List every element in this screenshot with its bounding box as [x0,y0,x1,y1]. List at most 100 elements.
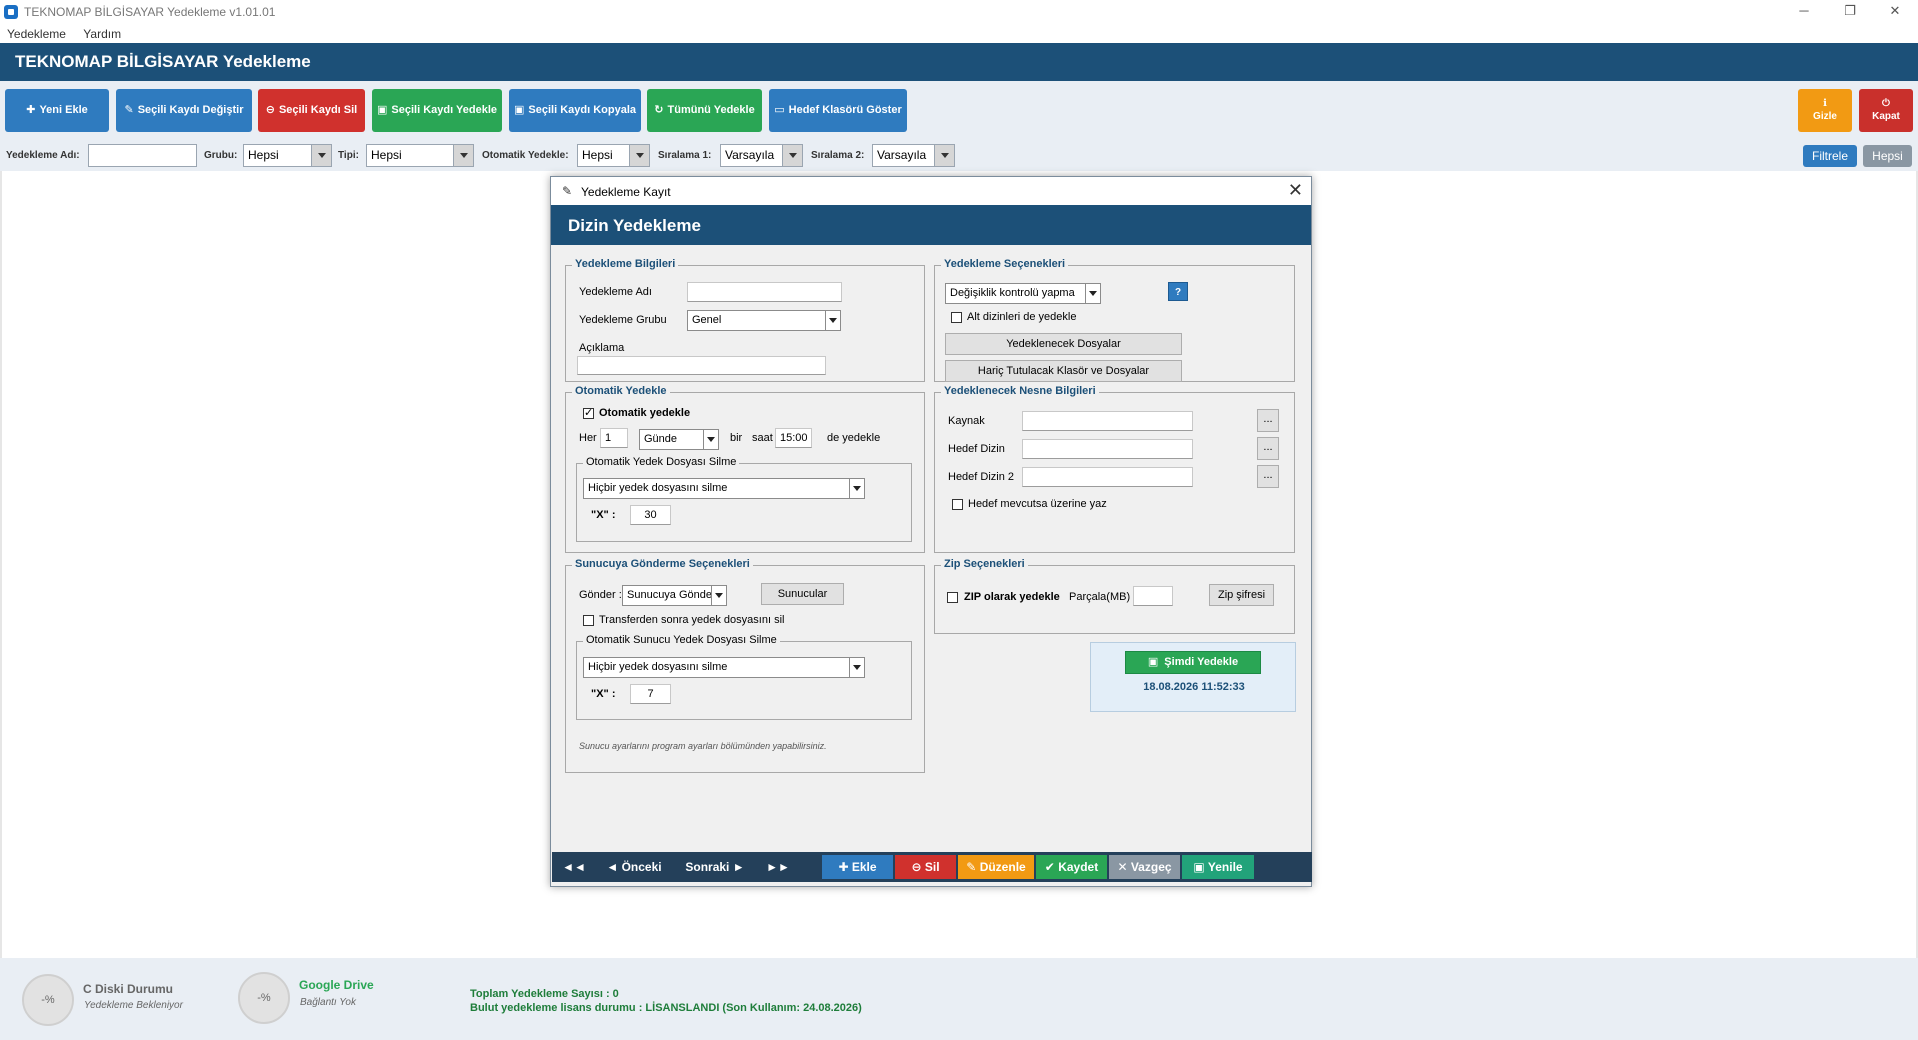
change-control-value: Değişiklik kontrolü yapma [950,287,1075,299]
cancel-record-button[interactable]: ✕ Vazgeç [1109,855,1180,879]
files-to-backup-button[interactable]: Yedeklenecek Dosyalar [945,333,1182,355]
save-record-button[interactable]: ✔ Kaydet [1036,855,1107,879]
menu-yedekleme[interactable]: Yedekleme [0,24,73,41]
auto-backup-label: Otomatik yedekle [599,407,691,419]
edit-selected-button[interactable]: ✎ Seçili Kaydı Değiştir [116,89,252,132]
servers-button[interactable]: Sunucular [761,583,844,605]
server-note: Sunucu ayarlarını program ayarları bölüm… [579,741,827,751]
app-header-title: TEKNOMAP BİLGİSAYAR Yedekleme [15,52,311,71]
backup-selected-button[interactable]: ▣ Seçili Kaydı Yedekle [372,89,502,132]
type-filter-label: Tipi: [338,150,359,161]
copy-selected-button[interactable]: ▣ Seçili Kaydı Kopyala [509,89,641,132]
prev-record-button[interactable]: ◄ Önceki [598,855,670,879]
chevron-down-icon [629,145,649,166]
zip-checkbox[interactable] [947,592,958,603]
source-browse-button[interactable]: ... [1257,409,1279,432]
add-record-label: Ekle [851,860,877,874]
backup-now-panel: ▣ Şimdi Yedekle 18.08.2026 11:52:33 [1090,642,1296,712]
folder-icon: ▭ [774,104,785,116]
refresh-record-button[interactable]: ▣ Yenile [1182,855,1254,879]
edit-record-label: Düzenle [979,860,1026,874]
backup-all-button[interactable]: ↻ Tümünü Yedekle [647,89,762,132]
zip-options-title: Zip Seçenekleri [941,558,1028,570]
help-button[interactable]: ? [1168,282,1188,301]
source-input[interactable] [1022,411,1193,431]
hide-button[interactable]: ℹ Gizle [1798,89,1852,132]
close-app-label: Kapat [1872,111,1900,122]
close-icon: ✕ [1117,860,1131,874]
chevron-down-icon [453,145,473,166]
dialog-titlebar: ✎ Yedekleme Kayıt ✕ [551,177,1311,205]
transfer-delete-checkbox[interactable] [583,615,594,626]
copy-selected-label: Seçili Kaydı Kopyala [528,104,636,116]
info-icon: ℹ [1823,98,1827,109]
menu-yardim[interactable]: Yardım [76,24,128,41]
window-close-button[interactable]: ✕ [1872,0,1918,24]
group-filter-select[interactable]: Hepsi [243,144,332,167]
type-filter-select[interactable]: Hepsi [366,144,474,167]
filter-bar: Yedekleme Adı: Grubu: Hepsi Tipi: Hepsi … [0,141,1918,171]
backup-name-input[interactable] [687,282,842,302]
target2-browse-button[interactable]: ... [1257,465,1279,488]
status-bar: -% C Diski Durumu Yedekleme Bekleniyor -… [0,958,1918,1040]
dialog-close-button[interactable]: ✕ [1288,180,1303,201]
next-record-button[interactable]: Sonraki ► [676,855,754,879]
new-button[interactable]: ✚ Yeni Ekle [5,89,109,132]
transfer-delete-label: Transferden sonra yedek dosyasını sil [599,614,785,626]
zip-parts-label: Parçala(MB) [1069,591,1131,603]
minus-circle-icon: ⊖ [265,104,275,116]
zip-password-button[interactable]: Zip şifresi [1209,584,1274,606]
backup-group-select[interactable]: Genel [687,310,841,331]
auto-backup-checkbox[interactable] [583,406,594,419]
target2-input[interactable] [1022,467,1193,487]
auto-x-input[interactable]: 30 [630,505,671,525]
show-all-button[interactable]: Hepsi [1863,145,1912,167]
last-record-button[interactable]: ►► [760,855,796,879]
name-filter-input[interactable] [88,144,197,167]
description-input[interactable] [577,356,826,375]
backup-all-label: Tümünü Yedekle [667,104,755,116]
add-record-button[interactable]: ✚ Ekle [822,855,893,879]
backup-now-button[interactable]: ▣ Şimdi Yedekle [1125,651,1261,674]
auto-filter-select[interactable]: Hepsi [577,144,650,167]
plus-icon: ✚ [26,104,36,116]
interval-unit-select[interactable]: Günde [639,429,719,450]
overwrite-checkbox[interactable] [952,499,963,510]
auto-delete-select[interactable]: Hiçbir yedek dosyasını silme [583,478,865,499]
gdrive-subtitle: Bağlantı Yok [300,997,356,1008]
zip-parts-input[interactable] [1133,586,1173,606]
sort2-select[interactable]: Varsayıla [872,144,955,167]
dialog-header: Dizin Yedekleme [551,205,1311,245]
delete-selected-label: Seçili Kaydı Sil [278,104,358,116]
show-target-button[interactable]: ▭ Hedef Klasörü Göster [769,89,907,132]
backup-options-group: Yedekleme Seçenekleri Değişiklik kontrol… [934,258,1295,382]
minimize-button[interactable]: ─ [1781,0,1827,24]
target-input[interactable] [1022,439,1193,459]
every-input[interactable]: 1 [600,428,628,448]
maximize-button[interactable]: ❐ [1827,0,1873,24]
server-x-input[interactable]: 7 [630,684,671,704]
sort1-select[interactable]: Varsayıla [720,144,803,167]
excluded-items-button[interactable]: Hariç Tutulacak Klasör ve Dosyalar [945,360,1182,382]
pencil-icon: ✎ [562,184,573,198]
edit-record-button[interactable]: ✎ Düzenle [958,855,1034,879]
time-label: saat [752,432,773,444]
auto-delete-group: Otomatik Yedek Dosyası Silme Hiçbir yede… [576,456,912,542]
target-browse-button[interactable]: ... [1257,437,1279,460]
time-input[interactable]: 15:00 [775,428,812,448]
window-title: TEKNOMAP BİLGİSAYAR Yedekleme v1.01.01 [24,5,276,19]
delete-selected-button[interactable]: ⊖ Seçili Kaydı Sil [258,89,365,132]
group-filter-label: Grubu: [204,150,238,161]
zip-options-group: Zip Seçenekleri ZIP olarak yedekle Parça… [934,558,1295,634]
close-app-button[interactable]: ⏻ Kapat [1859,89,1913,132]
auto-x-label: "X" : [591,509,616,521]
filter-button[interactable]: Filtrele [1803,145,1857,167]
server-delete-select[interactable]: Hiçbir yedek dosyasını silme [583,657,865,678]
send-select[interactable]: Sunucuya Gönderme [622,585,727,606]
delete-record-button[interactable]: ⊖ Sil [895,855,956,879]
backup-record-dialog: ✎ Yedekleme Kayıt ✕ Dizin Yedekleme Yede… [550,176,1312,887]
change-control-select[interactable]: Değişiklik kontrolü yapma [945,283,1101,304]
menu-bar: Yedekleme Yardım [0,24,1918,44]
subdirs-checkbox[interactable] [951,312,962,323]
first-record-button[interactable]: ◄◄ [556,855,592,879]
